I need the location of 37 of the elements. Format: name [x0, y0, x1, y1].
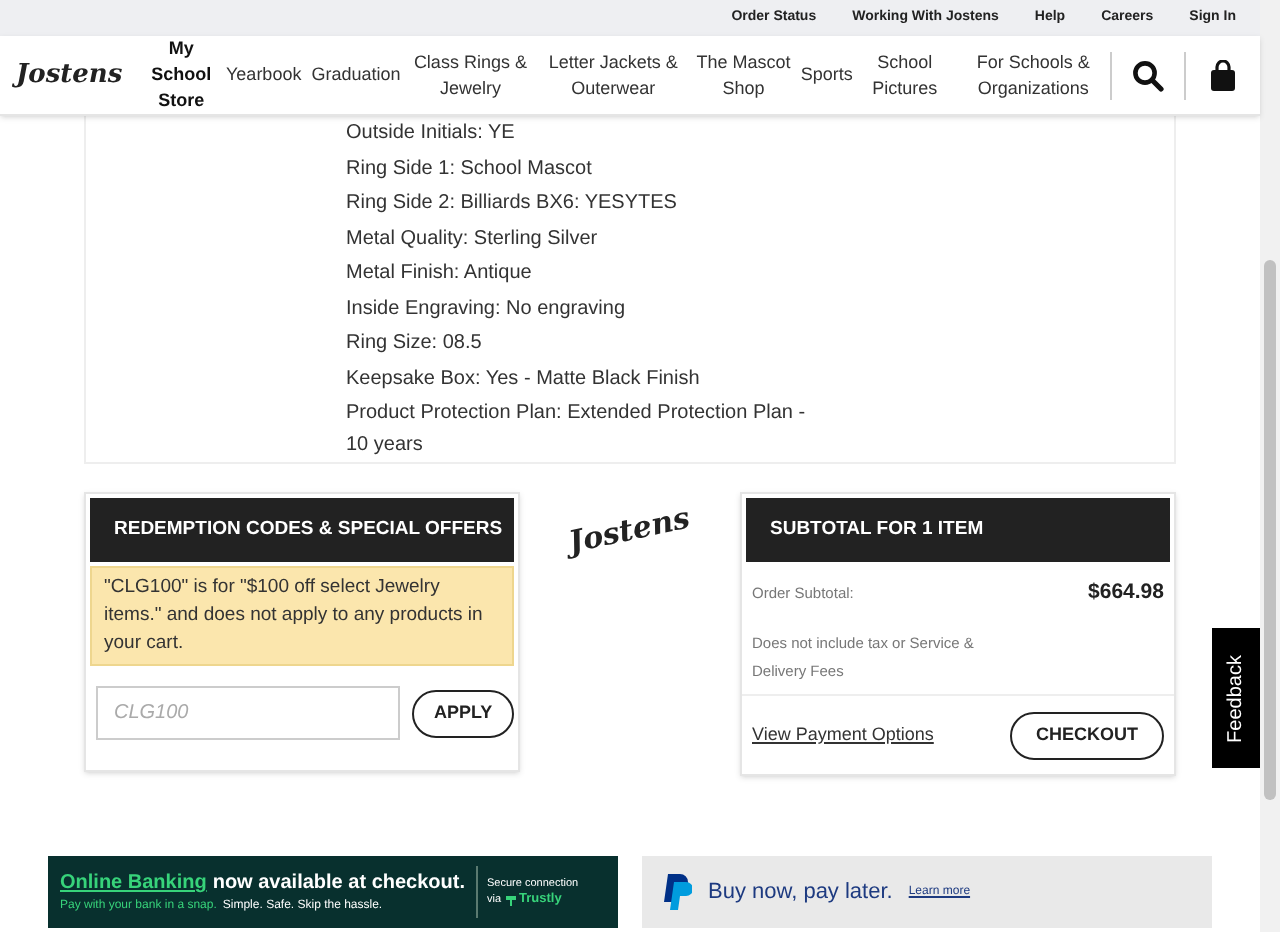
nav-link[interactable]: My School Store — [146, 36, 216, 114]
nav-link[interactable]: Letter Jackets & Outerwear — [540, 49, 687, 101]
search-icon[interactable] — [1132, 59, 1164, 91]
nav-link[interactable]: Graduation — [311, 62, 401, 88]
logo[interactable]: Jostens — [16, 59, 123, 91]
nav-link[interactable]: For Schools & Organizations — [956, 49, 1110, 101]
trustly-mark-icon — [505, 895, 516, 905]
panel-header: REDEMPTION CODES & SPECIAL OFFERS — [90, 498, 514, 562]
scrollbar[interactable] — [1260, 0, 1280, 932]
notice-message: "CLG100" is for "$100 off select Jewelry items." and does not apply to any products in your cart. — [90, 566, 514, 666]
payment-options-link[interactable]: View Payment Options — [752, 721, 934, 749]
logo: Jostens — [565, 497, 695, 565]
detail-line: Keepsake Box: Yes - Matte Black Finish — [346, 365, 702, 393]
detail-line: Metal Finish: Antique — [346, 260, 534, 288]
checkout-button[interactable]: CHECKOUT — [1010, 711, 1164, 759]
code-input-field[interactable]: CLG100 — [96, 686, 400, 740]
feedback-tab[interactable]: Feedback — [1212, 628, 1260, 768]
shopping-bag-icon[interactable] — [1210, 59, 1236, 91]
detail-line: Ring Side 1: School Mascot — [346, 155, 594, 183]
banner-link[interactable]: Online Banking — [60, 868, 207, 898]
detail-line: Metal Quality: Sterling Silver — [346, 225, 600, 253]
nav-link[interactable]: Class Rings & Jewelry — [410, 49, 531, 101]
banner-text: Buy now, pay later. — [708, 877, 893, 908]
detail-line: Product Protection Plan: Extended Protection Plan - 10 years — [346, 400, 808, 459]
banner-headline: now available at checkout. — [212, 870, 465, 898]
paypal-icon — [662, 874, 692, 910]
apply-button[interactable]: APPLY — [412, 689, 515, 737]
detail-line: Ring Size: 08.5 — [346, 330, 484, 358]
nav-link[interactable]: The Mascot Shop — [696, 49, 791, 101]
nav-link[interactable]: Sports — [800, 62, 853, 88]
panel-header: SUBTOTAL FOR 1 ITEM — [746, 498, 1170, 562]
nav-link[interactable]: Yearbook — [226, 62, 302, 88]
detail-line: Outside Initials: YE — [346, 120, 517, 148]
detail-line: Inside Engraving: No engraving — [346, 295, 628, 323]
nav-link[interactable]: School Pictures — [862, 49, 947, 101]
detail-line: Ring Side 2: Billiards BX6: YESYTES — [346, 190, 679, 218]
subtotal-amount: $664.98 — [1088, 578, 1164, 608]
